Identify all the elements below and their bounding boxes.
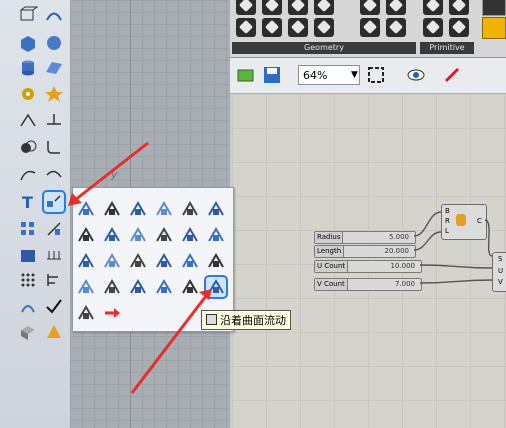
ribbon-component-button[interactable]: [360, 0, 380, 15]
align-icon[interactable]: [44, 270, 64, 290]
sphere-icon[interactable]: [44, 33, 64, 53]
popup-tool-icon[interactable]: [128, 277, 148, 297]
ribbon-component-button[interactable]: [360, 18, 380, 37]
tooltip-text: 沿着曲面流动: [220, 314, 286, 327]
cylinder-icon[interactable]: [18, 58, 38, 78]
curve-icon[interactable]: [18, 165, 38, 185]
popup-tool-icon[interactable]: [76, 277, 96, 297]
dots-icon[interactable]: [18, 270, 38, 290]
solid-box-icon[interactable]: [18, 33, 38, 53]
popup-tool-icon[interactable]: [154, 199, 174, 219]
popup-tool-icon[interactable]: [76, 225, 96, 245]
gear-icon[interactable]: [18, 84, 38, 104]
popup-tool-icon[interactable]: [206, 225, 226, 245]
popup-tool-icon[interactable]: [206, 251, 226, 271]
surface-icon[interactable]: [44, 58, 64, 78]
ribbon-highlight-button[interactable]: [482, 17, 506, 39]
ribbon-component-button[interactable]: [288, 18, 308, 37]
ribbon-component-button[interactable]: [386, 0, 406, 15]
ribbon-component-button[interactable]: [262, 18, 282, 37]
plane-icon[interactable]: [44, 110, 64, 130]
box-edit-icon[interactable]: [18, 5, 38, 25]
popup-tool-icon[interactable]: [128, 199, 148, 219]
popup-tool-icon[interactable]: [154, 251, 174, 271]
grasshopper-ribbon: Geometry Primitive: [230, 0, 506, 58]
popup-tool-icon[interactable]: [102, 251, 122, 271]
axis-label: y: [111, 168, 118, 181]
cone-icon[interactable]: [44, 322, 64, 342]
ribbon-component-button[interactable]: [288, 0, 308, 15]
popup-tool-icon[interactable]: [102, 225, 122, 245]
zoom-extents-icon[interactable]: [366, 65, 386, 85]
wires: [413, 211, 493, 284]
panel-label-geometry[interactable]: Geometry: [232, 42, 416, 54]
fillet-icon[interactable]: [44, 137, 64, 157]
chevron-down-icon[interactable]: ▼: [351, 70, 358, 80]
grasshopper-toolbar: [230, 58, 506, 94]
popup-tool-icon[interactable]: [128, 251, 148, 271]
popup-tool-icon[interactable]: [154, 277, 174, 297]
popup-tool-icon[interactable]: [76, 199, 96, 219]
save-icon[interactable]: [262, 65, 282, 85]
ribbon-component-button[interactable]: [386, 18, 406, 37]
arc-icon[interactable]: [44, 165, 64, 185]
ribbon-component-button[interactable]: [236, 0, 256, 15]
popup-tool-icon[interactable]: [180, 225, 200, 245]
popup-icon-grid: [76, 199, 232, 327]
ribbon-component-button[interactable]: [449, 0, 469, 15]
popup-tool-icon[interactable]: [102, 277, 122, 297]
deform-icon[interactable]: [42, 190, 66, 214]
grid-icon[interactable]: [44, 245, 64, 265]
ribbon-component-button[interactable]: [449, 18, 469, 37]
ribbon-component-button[interactable]: [423, 18, 443, 37]
solid-icon[interactable]: [18, 245, 38, 265]
arrow-right-icon[interactable]: [102, 303, 122, 323]
popup-tool-icon[interactable]: [154, 225, 174, 245]
popup-tool-icon[interactable]: [206, 199, 226, 219]
open-file-icon[interactable]: [236, 65, 256, 85]
popup-tool-icon[interactable]: [180, 251, 200, 271]
tooltip-icon: [206, 314, 217, 325]
popup-tool-icon[interactable]: [76, 303, 96, 323]
ribbon-component-button[interactable]: [236, 18, 256, 37]
ribbon-component-button[interactable]: [314, 18, 334, 37]
ribbon-component-button[interactable]: [423, 0, 443, 15]
cube-icon[interactable]: [18, 322, 38, 342]
popup-tool-icon[interactable]: [76, 251, 96, 271]
svg-text:T: T: [22, 193, 33, 212]
ribbon-component-button[interactable]: [262, 0, 282, 15]
popup-tool-icon[interactable]: [180, 199, 200, 219]
array-icon[interactable]: [18, 219, 38, 239]
left-toolbar: T: [0, 0, 71, 428]
grasshopper-canvas[interactable]: Radius 5.000 Length 20.000 U Count 10.000 V…: [232, 94, 506, 428]
tooltip: 沿着曲面流动: [201, 310, 291, 330]
flow-icon[interactable]: [18, 296, 38, 316]
sketch-icon[interactable]: [442, 65, 462, 85]
explode-icon[interactable]: [44, 84, 64, 104]
ribbon-component-button[interactable]: [314, 0, 334, 15]
curve-offset-icon[interactable]: [18, 110, 38, 130]
eye-icon[interactable]: [406, 65, 426, 85]
boolean-icon[interactable]: [18, 137, 38, 157]
panel-label-primitive[interactable]: Primitive: [420, 42, 474, 54]
popup-tool-icon[interactable]: [102, 199, 122, 219]
popup-tool-icon[interactable]: [204, 275, 228, 299]
transform-icon[interactable]: [44, 219, 64, 239]
loft-icon[interactable]: [44, 5, 64, 25]
popup-tool-icon[interactable]: [180, 277, 200, 297]
text-icon[interactable]: T: [18, 192, 38, 212]
ribbon-export-button[interactable]: [482, 0, 506, 16]
check-icon[interactable]: [44, 296, 64, 316]
popup-tool-icon[interactable]: [128, 225, 148, 245]
